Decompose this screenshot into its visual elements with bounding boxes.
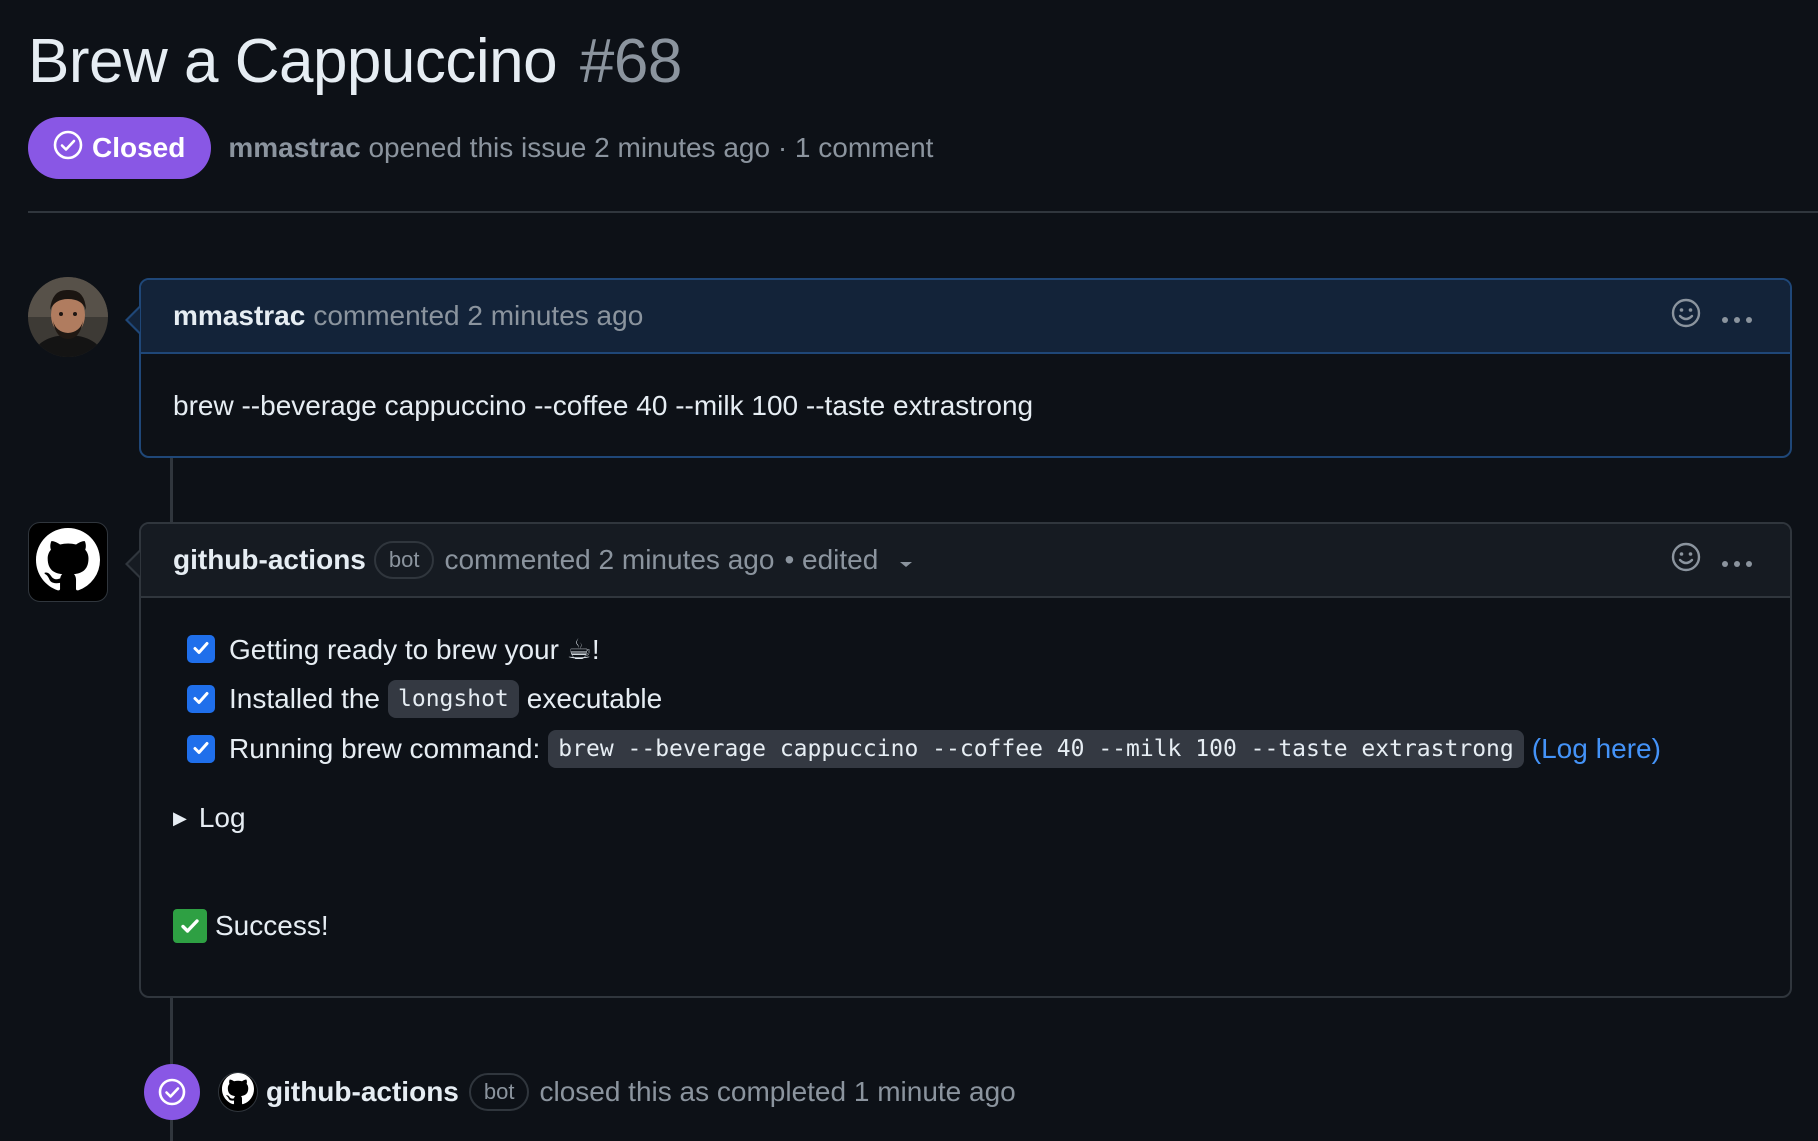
comment-author-link[interactable]: mmastrac <box>173 300 305 332</box>
triangle-right-icon: ▶ <box>173 807 187 828</box>
avatar[interactable] <box>28 522 108 602</box>
comment-author-link[interactable]: github-actions <box>173 544 366 576</box>
task-list-item: Installed the longshot executable <box>173 674 1758 724</box>
success-message: Success! <box>173 906 1758 946</box>
timeline-event-closed: github-actions bot closed this as comple… <box>144 1064 1016 1120</box>
timeline-connector <box>170 1120 173 1141</box>
header-divider <box>28 211 1818 213</box>
state-badge: Closed <box>28 117 212 179</box>
bot-badge: bot <box>468 1073 530 1111</box>
issue-title-text: Brew a Cappuccino <box>28 27 558 96</box>
details-summary: Log <box>198 802 246 833</box>
issue-meta: Closed mmastrac opened this issue 2 minu… <box>28 116 933 180</box>
log-details-toggle[interactable]: ▶ Log <box>173 798 1758 838</box>
bot-badge: bot <box>373 541 435 579</box>
task-checkbox[interactable] <box>187 685 215 713</box>
chevron-down-icon <box>898 544 914 575</box>
comment-2: github-actions bot commented 2 minutes a… <box>125 522 1792 998</box>
checkmark-icon <box>191 633 211 665</box>
comment-timestamp[interactable]: commented 2 minutes ago <box>444 544 774 576</box>
comment-body: Getting ready to brew your ☕! Installed … <box>141 598 1790 946</box>
edited-dropdown[interactable]: • edited <box>784 544 914 576</box>
task-text: Installed the <box>229 683 380 714</box>
comment-pointer <box>125 306 140 334</box>
issue-title: Brew a Cappuccino #68 <box>28 22 682 102</box>
task-text: Running brew command: <box>229 733 541 764</box>
smiley-icon[interactable] <box>1670 541 1702 580</box>
event-author-link[interactable]: github-actions <box>266 1076 459 1108</box>
issue-number: #68 <box>579 27 682 96</box>
comment-header: mmastrac commented 2 minutes ago <box>125 280 1790 354</box>
timeline-connector <box>170 456 173 522</box>
task-text: Getting ready to brew your ☕! <box>229 633 600 665</box>
checkmark-icon <box>173 909 207 943</box>
github-mark-icon <box>36 527 100 597</box>
check-circle-icon <box>144 1064 200 1120</box>
comment-actions <box>1670 524 1754 596</box>
log-link[interactable]: (Log here) <box>1532 733 1661 765</box>
checkmark-icon <box>191 733 211 765</box>
task-checkbox[interactable] <box>187 735 215 763</box>
comment-body: brew --beverage cappuccino --coffee 40 -… <box>141 354 1790 422</box>
avatar[interactable] <box>218 1072 258 1112</box>
checkmark-icon <box>191 683 211 715</box>
issue-meta-text: mmastrac opened this issue 2 minutes ago… <box>228 132 933 164</box>
timeline-connector <box>170 996 173 1064</box>
comment-1: mmastrac commented 2 minutes ago brew --… <box>125 278 1792 458</box>
comment-pointer <box>125 550 140 578</box>
task-text: executable <box>526 683 663 714</box>
task-checkbox[interactable] <box>187 635 215 663</box>
kebab-icon[interactable] <box>1720 544 1754 576</box>
issue-author-link[interactable]: mmastrac <box>228 132 360 163</box>
avatar[interactable] <box>28 277 108 357</box>
github-mark-icon <box>222 1072 254 1112</box>
task-list-item: Running brew command: brew --beverage ca… <box>173 724 1758 774</box>
check-circle-icon <box>52 129 84 168</box>
inline-code: longshot <box>388 680 519 718</box>
success-text: Success! <box>215 910 329 941</box>
kebab-icon[interactable] <box>1720 300 1754 332</box>
event-text: closed this as completed 1 minute ago <box>539 1076 1016 1107</box>
issue-meta-detail: opened this issue 2 minutes ago · 1 comm… <box>368 132 934 163</box>
issue-page: Brew a Cappuccino #68 Closed mmastrac op… <box>0 0 1818 1141</box>
inline-code: brew --beverage cappuccino --coffee 40 -… <box>548 730 1524 768</box>
comment-actions <box>1670 280 1754 352</box>
comment-text: brew --beverage cappuccino --coffee 40 -… <box>173 390 1034 421</box>
smiley-icon[interactable] <box>1670 297 1702 336</box>
comment-header: github-actions bot commented 2 minutes a… <box>125 524 1790 598</box>
state-label: Closed <box>92 132 186 163</box>
comment-timestamp[interactable]: commented 2 minutes ago <box>313 300 643 332</box>
edited-label: • edited <box>784 544 879 575</box>
task-list-item: Getting ready to brew your ☕! <box>173 624 1758 674</box>
